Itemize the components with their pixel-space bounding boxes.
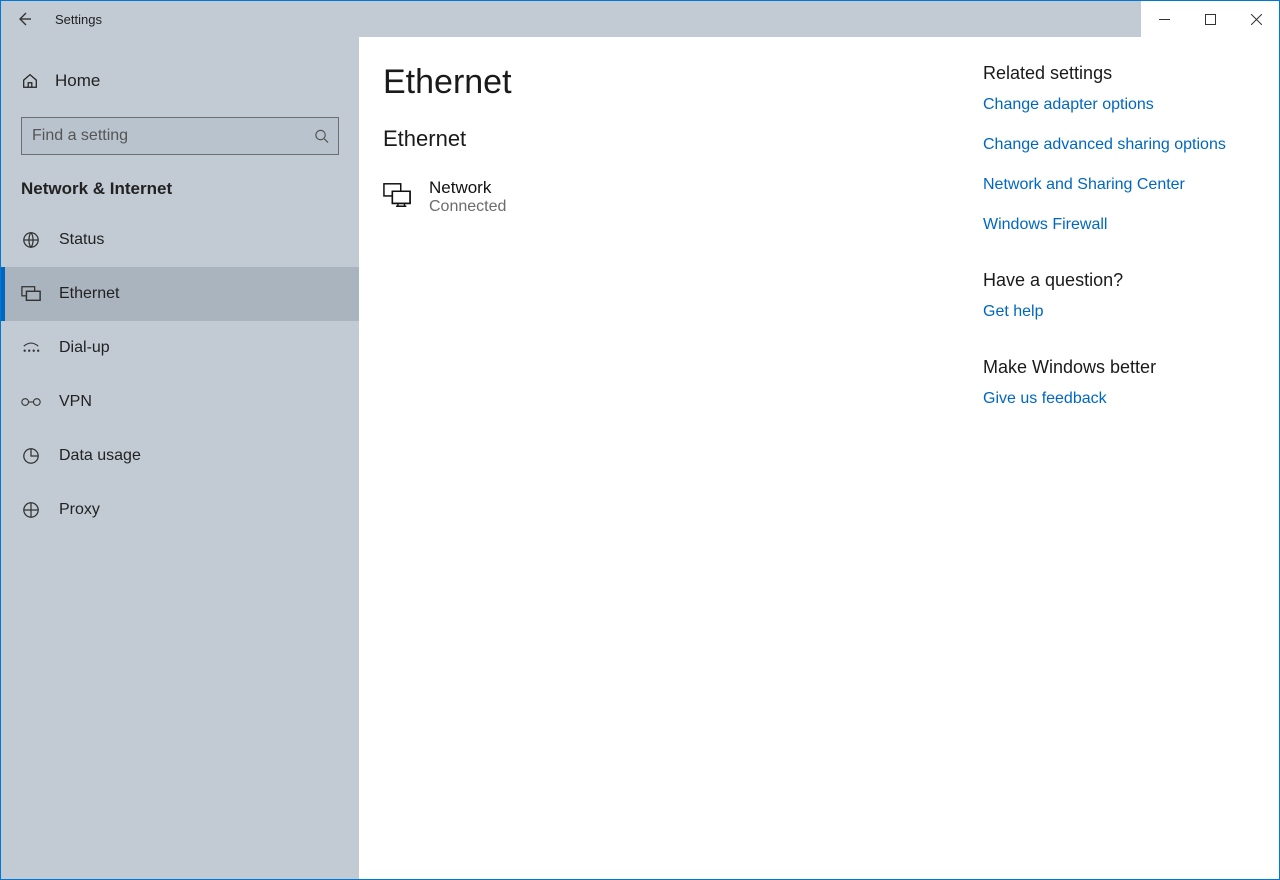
sidebar-item-ethernet[interactable]: Ethernet <box>1 267 359 321</box>
sidebar-item-datausage[interactable]: Data usage <box>1 429 359 483</box>
close-button[interactable] <box>1233 1 1279 37</box>
network-item[interactable]: Network Connected <box>383 172 963 222</box>
search-input[interactable] <box>21 117 339 155</box>
network-name: Network <box>429 178 506 198</box>
maximize-icon <box>1205 14 1216 25</box>
feedback-title: Make Windows better <box>983 357 1259 378</box>
data-usage-icon <box>21 447 41 465</box>
home-icon <box>21 72 39 90</box>
dialup-icon <box>21 341 41 355</box>
minimize-icon <box>1159 14 1170 25</box>
network-status: Connected <box>429 198 506 216</box>
sidebar-item-label: Ethernet <box>59 285 119 303</box>
link-windows-firewall[interactable]: Windows Firewall <box>983 216 1259 234</box>
home-label: Home <box>55 71 100 91</box>
vpn-icon <box>21 395 41 409</box>
back-button[interactable] <box>1 1 47 37</box>
link-change-adapter[interactable]: Change adapter options <box>983 96 1259 114</box>
proxy-icon <box>21 501 41 519</box>
home-nav[interactable]: Home <box>1 55 359 107</box>
link-get-help[interactable]: Get help <box>983 303 1259 321</box>
close-icon <box>1251 14 1262 25</box>
ethernet-icon <box>21 285 41 303</box>
sidebar-item-label: Dial-up <box>59 339 110 357</box>
link-network-sharing-center[interactable]: Network and Sharing Center <box>983 176 1259 194</box>
section-title: Ethernet <box>383 126 963 152</box>
maximize-button[interactable] <box>1187 1 1233 37</box>
network-monitor-icon <box>383 178 411 208</box>
sidebar-item-label: Proxy <box>59 501 100 519</box>
search-box[interactable] <box>21 117 339 155</box>
sidebar-item-status[interactable]: Status <box>1 213 359 267</box>
status-icon <box>21 231 41 249</box>
window-title: Settings <box>47 12 102 27</box>
sidebar-item-dialup[interactable]: Dial-up <box>1 321 359 375</box>
sidebar-item-vpn[interactable]: VPN <box>1 375 359 429</box>
link-give-feedback[interactable]: Give us feedback <box>983 390 1259 408</box>
main-content: Ethernet Ethernet Network Connected Rela… <box>359 37 1279 879</box>
search-icon <box>314 129 329 144</box>
titlebar: Settings <box>1 1 1279 37</box>
back-arrow-icon <box>16 11 32 27</box>
sidebar: Home Network & Internet Status Ethernet <box>1 37 359 879</box>
minimize-button[interactable] <box>1141 1 1187 37</box>
link-advanced-sharing[interactable]: Change advanced sharing options <box>983 136 1259 154</box>
sidebar-item-proxy[interactable]: Proxy <box>1 483 359 537</box>
window-controls <box>1141 1 1279 37</box>
question-title: Have a question? <box>983 270 1259 291</box>
sidebar-item-label: Status <box>59 231 104 249</box>
sidebar-item-label: VPN <box>59 393 92 411</box>
page-title: Ethernet <box>383 63 963 102</box>
sidebar-section-header: Network & Internet <box>1 169 359 213</box>
related-settings-title: Related settings <box>983 63 1259 84</box>
sidebar-item-label: Data usage <box>59 447 141 465</box>
